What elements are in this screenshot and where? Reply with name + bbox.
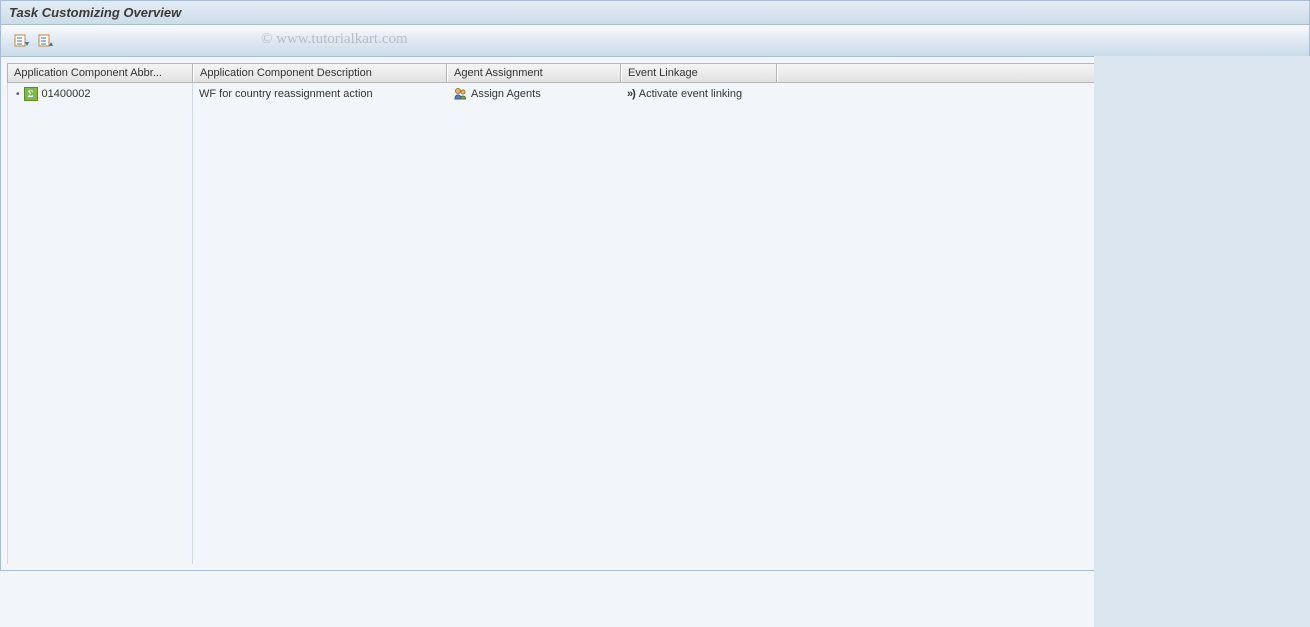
toolbar: © www.tutorialkart.com	[1, 25, 1309, 57]
event-column: ») Activate event linking	[621, 83, 777, 564]
event-text: Activate event linking	[639, 88, 742, 100]
tree-column: • Σ 01400002	[7, 83, 193, 564]
column-header-agent[interactable]: Agent Assignment	[447, 64, 621, 82]
agent-cell[interactable]: Assign Agents	[447, 85, 620, 103]
titlebar: Task Customizing Overview	[1, 1, 1309, 25]
column-header-event[interactable]: Event Linkage	[621, 64, 777, 82]
collapse-tree-icon	[38, 33, 54, 49]
agent-column: Assign Agents	[447, 83, 621, 564]
right-gutter	[1094, 56, 1310, 627]
assign-agents-icon	[453, 87, 467, 101]
expand-tree-icon	[14, 33, 30, 49]
desc-cell: WF for country reassignment action	[193, 85, 446, 103]
table-body: • Σ 01400002 WF for country reassignment…	[7, 83, 1095, 564]
tree-node-label: 01400002	[42, 88, 91, 100]
page-title: Task Customizing Overview	[9, 5, 181, 20]
table-wrapper: Application Component Abbr... Applicatio…	[7, 63, 1095, 564]
agent-text: Assign Agents	[471, 88, 541, 100]
tree-node[interactable]: • Σ 01400002	[8, 85, 192, 103]
column-header-abbr[interactable]: Application Component Abbr...	[7, 64, 193, 82]
expand-subtree-button[interactable]	[13, 32, 31, 50]
column-header-desc[interactable]: Application Component Description	[193, 64, 447, 82]
watermark-text: © www.tutorialkart.com	[261, 31, 408, 48]
blank-column	[777, 83, 1095, 564]
desc-text: WF for country reassignment action	[199, 88, 373, 100]
sigma-icon: Σ	[24, 87, 38, 101]
column-header-blank	[777, 64, 1095, 82]
event-link-icon: »)	[627, 88, 635, 100]
tree-bullet-icon: •	[16, 89, 20, 100]
desc-column: WF for country reassignment action	[193, 83, 447, 564]
app-window: Task Customizing Overview	[0, 0, 1310, 571]
table-header-row: Application Component Abbr... Applicatio…	[7, 63, 1095, 83]
event-cell[interactable]: ») Activate event linking	[621, 85, 776, 103]
collapse-subtree-button[interactable]	[37, 32, 55, 50]
